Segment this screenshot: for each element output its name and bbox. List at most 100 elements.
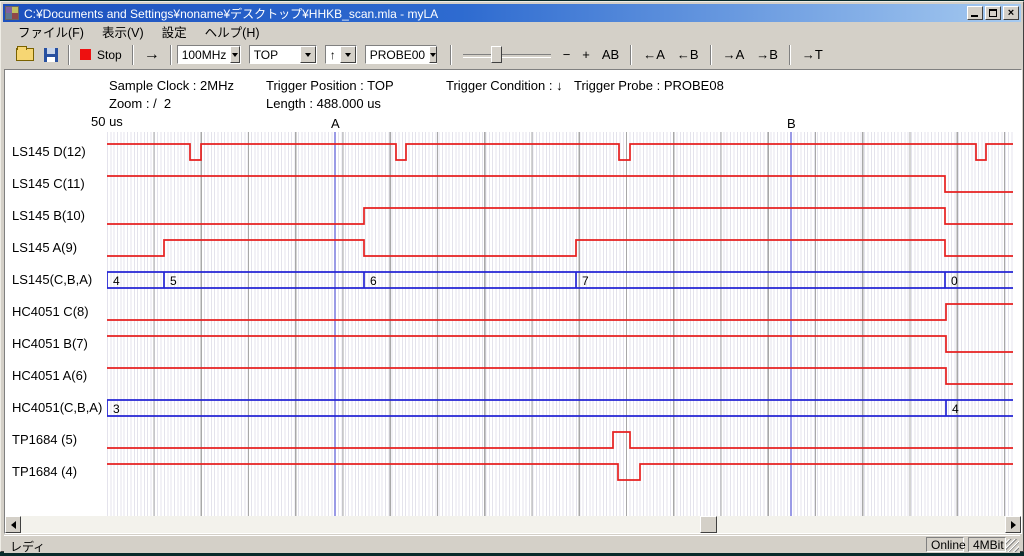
waveform-trace xyxy=(107,336,1013,352)
window-title: C:¥Documents and Settings¥noname¥デスクトップ¥… xyxy=(24,5,965,22)
zoom-info: Zoom : / 2 xyxy=(109,96,171,111)
goto-a-left-button[interactable]: ←A xyxy=(637,47,671,62)
sample-clock-select[interactable]: 100MHz xyxy=(177,45,241,64)
waveform-trace xyxy=(107,368,1013,384)
goto-b-left-button[interactable]: ←B xyxy=(671,47,705,62)
menu-file[interactable]: ファイル(F) xyxy=(9,21,93,42)
scroll-left-button[interactable] xyxy=(5,516,21,533)
status-ready-text: レディ xyxy=(10,538,45,555)
app-window: C:¥Documents and Settings¥noname¥デスクトップ¥… xyxy=(0,1,1024,552)
channel-label: LS145 D(12) xyxy=(12,144,106,159)
channel-label: LS145 A(9) xyxy=(12,240,106,255)
timebase-label: 50 us xyxy=(91,114,123,129)
toolbar-separator xyxy=(68,45,70,65)
waveform-trace xyxy=(107,208,1013,224)
trigger-condition-info: Trigger Condition : ↓ xyxy=(446,78,563,93)
menu-help[interactable]: ヘルプ(H) xyxy=(196,21,269,42)
dropdown-button[interactable] xyxy=(429,46,437,63)
sample-clock-value: 100MHz xyxy=(178,48,231,62)
horizontal-scrollbar[interactable] xyxy=(5,516,1021,533)
zoom-slider-thumb[interactable] xyxy=(491,46,502,63)
dropdown-button[interactable] xyxy=(340,46,356,63)
close-icon: × xyxy=(1008,8,1014,19)
channel-label: HC4051 B(7) xyxy=(12,336,106,351)
minimize-icon xyxy=(971,15,978,17)
toolbar-separator xyxy=(630,45,632,65)
stop-icon xyxy=(80,49,91,60)
trigger-position-value: TOP xyxy=(250,48,282,62)
trigger-probe-value: PROBE00 xyxy=(366,48,429,62)
trigger-probe-info: Trigger Probe : PROBE08 xyxy=(574,78,724,93)
toolbar: Stop → 100MHz TOP ↑ PROBE00 xyxy=(3,41,1021,68)
toolbar-separator xyxy=(710,45,712,65)
chevron-down-icon xyxy=(305,53,311,57)
toolbar-separator xyxy=(450,45,452,65)
menu-settings[interactable]: 設定 xyxy=(153,21,196,42)
trigger-edge-value: ↑ xyxy=(326,48,340,62)
waveform-trace xyxy=(107,144,1013,160)
resize-grip[interactable] xyxy=(1006,539,1019,552)
maximize-icon xyxy=(989,9,997,17)
bus-value: 5 xyxy=(170,274,177,288)
waveform-area[interactable]: 4567034 xyxy=(107,132,1013,516)
run-button[interactable]: → xyxy=(139,44,165,66)
channel-label: LS145 B(10) xyxy=(12,208,106,223)
zoom-slider[interactable] xyxy=(463,45,551,65)
arrow-right-icon xyxy=(1011,521,1016,529)
waveform-trace xyxy=(107,432,1013,448)
arrow-left-icon xyxy=(11,521,16,529)
stop-label: Stop xyxy=(97,48,122,62)
zoom-slider-track xyxy=(463,54,551,58)
dropdown-button[interactable] xyxy=(300,46,316,63)
chevron-down-icon xyxy=(430,53,436,57)
toolbar-separator xyxy=(132,45,134,65)
status-bar: レディ Online 4MBit xyxy=(4,535,1020,553)
trigger-position-select[interactable]: TOP xyxy=(249,45,317,64)
trigger-probe-select[interactable]: PROBE00 xyxy=(365,45,437,64)
chevron-down-icon xyxy=(232,53,238,57)
close-button[interactable]: × xyxy=(1003,6,1019,20)
bus-value: 0 xyxy=(951,274,958,288)
sample-clock-info: Sample Clock : 2MHz xyxy=(109,78,234,93)
bus-value: 4 xyxy=(952,402,959,416)
waveform-client-area: Sample Clock : 2MHz Trigger Position : T… xyxy=(4,69,1022,534)
goto-b-right-button[interactable]: →B xyxy=(750,47,784,62)
zoom-out-button[interactable]: − xyxy=(557,47,577,62)
status-memory-badge: 4MBit xyxy=(968,537,1006,552)
waveform-trace xyxy=(107,176,1013,192)
bus-value: 7 xyxy=(582,274,589,288)
trigger-edge-select[interactable]: ↑ xyxy=(325,45,357,64)
save-button[interactable] xyxy=(39,44,63,66)
channel-label: TP1684 (4) xyxy=(12,464,106,479)
length-info: Length : 488.000 us xyxy=(266,96,381,111)
menu-view[interactable]: 表示(V) xyxy=(93,21,153,42)
channel-label: HC4051 C(8) xyxy=(12,304,106,319)
scroll-right-button[interactable] xyxy=(1005,516,1021,533)
status-online-badge: Online xyxy=(926,537,964,552)
scrollbar-thumb[interactable] xyxy=(700,516,717,533)
maximize-button[interactable] xyxy=(985,6,1001,20)
dropdown-button[interactable] xyxy=(230,46,239,63)
goto-trigger-button[interactable]: →T xyxy=(796,47,829,62)
save-icon xyxy=(44,48,58,62)
stop-button[interactable]: Stop xyxy=(75,44,127,66)
toolbar-separator xyxy=(789,45,791,65)
zoom-in-button[interactable]: + xyxy=(576,47,596,62)
screen: C:¥Documents and Settings¥noname¥デスクトップ¥… xyxy=(0,0,1024,556)
open-button[interactable] xyxy=(11,44,39,66)
bus-value: 6 xyxy=(370,274,377,288)
goto-a-right-button[interactable]: →A xyxy=(717,47,751,62)
channel-label: LS145 C(11) xyxy=(12,176,106,191)
trigger-position-info: Trigger Position : TOP xyxy=(266,78,394,93)
waveform-trace xyxy=(107,464,1013,480)
channel-label: TP1684 (5) xyxy=(12,432,106,447)
title-bar[interactable]: C:¥Documents and Settings¥noname¥デスクトップ¥… xyxy=(3,4,1021,22)
waveform-trace xyxy=(107,240,1013,256)
open-folder-icon xyxy=(16,48,34,61)
waveform-trace xyxy=(107,304,1013,320)
minimize-button[interactable] xyxy=(967,6,983,20)
channel-label: HC4051(C,B,A) xyxy=(12,400,106,415)
zoom-ab-button[interactable]: AB xyxy=(596,47,625,62)
bus-value: 3 xyxy=(113,402,120,416)
marker-label-b: B xyxy=(787,116,796,131)
